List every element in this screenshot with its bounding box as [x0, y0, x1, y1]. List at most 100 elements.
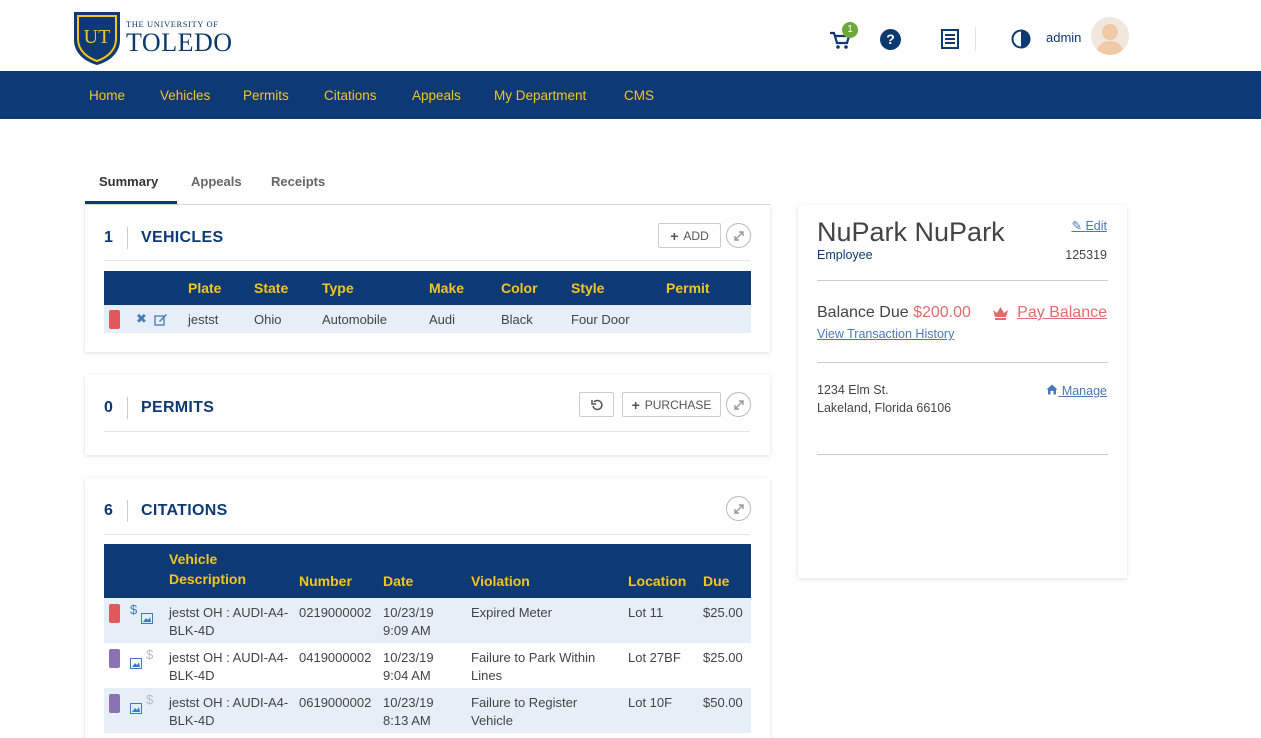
card-divider: [127, 500, 128, 522]
user-name[interactable]: admin: [1046, 30, 1081, 45]
balance-amount: $200.00: [913, 304, 971, 321]
citation-vehicle: jestst OH : AUDI-A4-BLK-4D: [169, 650, 289, 683]
vehicles-card: 1 VEHICLES + ADD Plate State Type Make C…: [85, 205, 770, 352]
nav-citations[interactable]: Citations: [324, 88, 377, 103]
permit-history-button[interactable]: [579, 392, 614, 417]
citations-table: Vehicle Description Number Date Violatio…: [104, 544, 751, 733]
table-row[interactable]: $ jestst OH : AUDI-A4-BLK-4D 0419000002 …: [104, 643, 751, 688]
nav-my-department[interactable]: My Department: [494, 88, 586, 103]
manage-label: Manage: [1061, 384, 1107, 398]
citation-photo-icon[interactable]: [141, 613, 154, 624]
pay-balance-label: Pay Balance: [1017, 304, 1107, 321]
col-due: Due: [703, 573, 730, 589]
purchase-permit-button[interactable]: + PURCHASE: [622, 392, 721, 417]
panel-divider: [817, 454, 1108, 455]
plus-icon: +: [670, 227, 679, 244]
university-logo[interactable]: UT THE UNIVERSITY OF TOLEDO: [72, 10, 233, 66]
crown-icon: [993, 307, 1009, 320]
citations-card: 6 CITATIONS Vehicle Description Number D…: [85, 478, 770, 738]
citation-vehicle: jestst OH : AUDI-A4-BLK-4D: [169, 695, 289, 728]
tab-receipts[interactable]: Receipts: [271, 174, 325, 189]
card-divider: [127, 227, 128, 249]
citation-color-swatch: [109, 694, 120, 713]
vehicle-style: Four Door: [571, 311, 630, 327]
citation-number: 0619000002: [299, 695, 372, 710]
history-icon: [590, 399, 603, 410]
col-number: Number: [299, 573, 352, 589]
profile-name: NuPark NuPark: [817, 217, 1005, 247]
nav-appeals[interactable]: Appeals: [412, 88, 461, 103]
card-separator: [104, 431, 750, 432]
address-line-1: 1234 Elm St.: [817, 383, 889, 397]
citation-location: Lot 11: [628, 605, 664, 620]
col-make: Make: [429, 280, 465, 296]
avatar-person-icon: [1096, 24, 1124, 55]
citation-due: $25.00: [703, 605, 743, 620]
vehicle-color: Black: [501, 311, 533, 327]
citation-vehicle: jestst OH : AUDI-A4-BLK-4D: [169, 605, 289, 638]
citation-photo-icon[interactable]: [130, 658, 142, 669]
home-icon: [1046, 384, 1058, 395]
pay-balance-link[interactable]: Pay Balance: [992, 304, 1107, 322]
summary-tabs: Summary Appeals Receipts: [85, 163, 770, 205]
balance-label: Balance Due: [817, 304, 909, 321]
vehicles-title: VEHICLES: [141, 229, 224, 246]
pay-citation-dollar-icon[interactable]: $: [130, 603, 137, 616]
citation-date: 10/23/19 8:13 AM: [383, 695, 434, 728]
pay-citation-dollar-icon: $: [146, 647, 154, 662]
pay-citation-dollar-icon: $: [146, 692, 154, 707]
vehicles-table: Plate State Type Make Color Style Permit…: [104, 271, 751, 333]
profile-panel: NuPark NuPark ✎ Edit Employee 125319 Bal…: [798, 205, 1127, 578]
edit-label: Edit: [1085, 219, 1107, 233]
citation-number: 0219000002: [299, 605, 372, 620]
profile-id: 125319: [1065, 248, 1107, 262]
citation-photo-icon[interactable]: [130, 703, 142, 714]
nav-vehicles[interactable]: Vehicles: [160, 88, 210, 103]
delete-vehicle-icon[interactable]: ✖: [136, 311, 147, 327]
expand-icon: [733, 399, 744, 410]
manage-address-link[interactable]: Manage: [1046, 384, 1107, 398]
receipt-list-icon[interactable]: [941, 29, 959, 49]
tab-appeals[interactable]: Appeals: [191, 174, 242, 189]
tab-summary[interactable]: Summary: [99, 174, 158, 189]
citation-violation: Failure to Park Within Lines: [471, 650, 596, 683]
citation-location: Lot 27BF: [628, 650, 681, 665]
expand-vehicles-button[interactable]: [726, 223, 751, 248]
table-row[interactable]: $ jestst OH : AUDI-A4-BLK-4D 0619000002 …: [104, 688, 751, 733]
expand-citations-button[interactable]: [726, 496, 751, 521]
citation-due: $50.00: [703, 695, 743, 710]
avatar[interactable]: [1091, 17, 1129, 55]
citation-date: 10/23/19 9:09 AM: [383, 605, 434, 638]
panel-divider: [817, 362, 1108, 363]
col-permit: Permit: [666, 280, 710, 296]
vehicles-count: 1: [104, 229, 113, 246]
address-line-2: Lakeland, Florida 66106: [817, 401, 952, 415]
nav-cms[interactable]: CMS: [624, 88, 654, 103]
col-violation: Violation: [471, 573, 530, 589]
contrast-toggle-icon[interactable]: [1011, 29, 1031, 49]
col-state: State: [254, 280, 289, 296]
purchase-label: PURCHASE: [644, 397, 712, 412]
citation-violation: Failure to Register Vehicle: [471, 695, 578, 728]
nav-permits[interactable]: Permits: [243, 88, 289, 103]
shield-logo-icon: UT: [74, 12, 120, 65]
vehicle-state: Ohio: [254, 311, 282, 327]
table-row[interactable]: $ jestst OH : AUDI-A4-BLK-4D 0219000002 …: [104, 598, 751, 643]
header-divider: [975, 27, 976, 51]
citation-number: 0419000002: [299, 650, 372, 665]
main-navigation: Home Vehicles Permits Citations Appeals …: [0, 71, 1261, 119]
edit-profile-link[interactable]: ✎ Edit: [1071, 218, 1107, 233]
view-transaction-history-link[interactable]: View Transaction History: [817, 327, 954, 341]
expand-permits-button[interactable]: [726, 392, 751, 417]
col-date: Date: [383, 573, 414, 589]
table-row[interactable]: ✖ jestst Ohio Automobile Audi Black Four…: [104, 305, 751, 333]
help-icon[interactable]: ?: [880, 29, 901, 50]
expand-icon: [733, 230, 744, 241]
col-location: Location: [628, 573, 687, 589]
citations-title: CITATIONS: [141, 502, 228, 519]
expand-icon: [733, 503, 744, 514]
edit-vehicle-icon[interactable]: [154, 313, 168, 326]
nav-home[interactable]: Home: [89, 88, 125, 103]
add-vehicle-button[interactable]: + ADD: [658, 223, 721, 248]
permits-title: PERMITS: [141, 399, 215, 416]
